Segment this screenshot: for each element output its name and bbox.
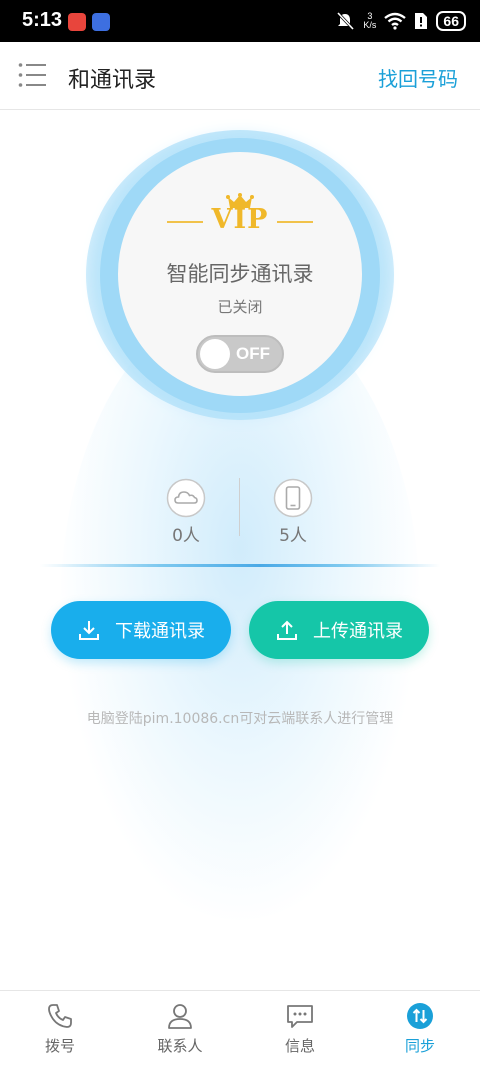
sim-icon [415, 13, 428, 29]
phone-device-icon [273, 478, 313, 518]
cloud-icon [166, 478, 206, 518]
management-hint: 电脑登陆pim.10086.cn可对云端联系人进行管理 [86, 711, 394, 727]
battery-icon: 66 [436, 11, 466, 31]
phone-count: 5人 [253, 478, 333, 546]
person-icon [168, 1004, 192, 1029]
upload-contacts-button[interactable]: 上传通讯录 [249, 601, 429, 659]
cloud-count-value: 0人 [172, 526, 200, 546]
status-bar: 5:13 3 K/s 66 [0, 0, 480, 42]
app-header: 和通讯录 找回号码 [0, 42, 480, 110]
page-title: 和通讯录 [68, 68, 157, 93]
app-notification-icon [92, 13, 110, 31]
sync-title: 智能同步通讯录 [166, 262, 314, 286]
download-contacts-button[interactable]: 下载通讯录 [51, 601, 231, 659]
menu-icon[interactable] [18, 62, 46, 88]
phone-count-value: 5人 [279, 526, 307, 546]
tab-label: 同步 [404, 1037, 435, 1055]
tab-messages[interactable]: 信息 [250, 1001, 350, 1056]
progress-divider [40, 564, 440, 567]
upload-icon [277, 620, 297, 640]
count-divider [239, 478, 240, 536]
sync-status: 已关闭 [217, 298, 263, 316]
vip-badge: VIP [211, 204, 269, 235]
message-icon [287, 1005, 313, 1028]
status-icons: 3 K/s 66 [335, 8, 466, 34]
mute-icon [337, 11, 355, 31]
download-button-label: 下载通讯录 [115, 621, 205, 642]
speed-unit: K/s [363, 20, 377, 30]
tab-dialer[interactable]: 拨号 [10, 1001, 110, 1056]
tab-label: 信息 [284, 1037, 315, 1055]
tab-label: 联系人 [157, 1037, 203, 1055]
bottom-tab-bar: 拨号 联系人 信息 同步 [0, 990, 480, 1066]
toggle-label: OFF [236, 344, 270, 363]
sync-icon [407, 1003, 433, 1029]
tab-sync[interactable]: 同步 [370, 1001, 470, 1056]
phone-icon [48, 1004, 72, 1028]
app-notification-icon [68, 13, 86, 31]
sync-toggle[interactable]: OFF [196, 335, 284, 373]
vip-divider-right [277, 221, 313, 223]
toggle-knob [200, 339, 230, 369]
wifi-icon [384, 12, 407, 30]
tab-label: 拨号 [44, 1037, 75, 1055]
tab-contacts[interactable]: 联系人 [130, 1001, 230, 1056]
vip-divider-left [167, 221, 203, 223]
status-time: 5:13 [22, 9, 63, 31]
download-icon [79, 621, 99, 640]
network-speed: 3 K/s [363, 12, 376, 30]
recover-number-link[interactable]: 找回号码 [378, 63, 458, 92]
upload-button-label: 上传通讯录 [313, 621, 403, 642]
cloud-count: 0人 [146, 478, 226, 546]
